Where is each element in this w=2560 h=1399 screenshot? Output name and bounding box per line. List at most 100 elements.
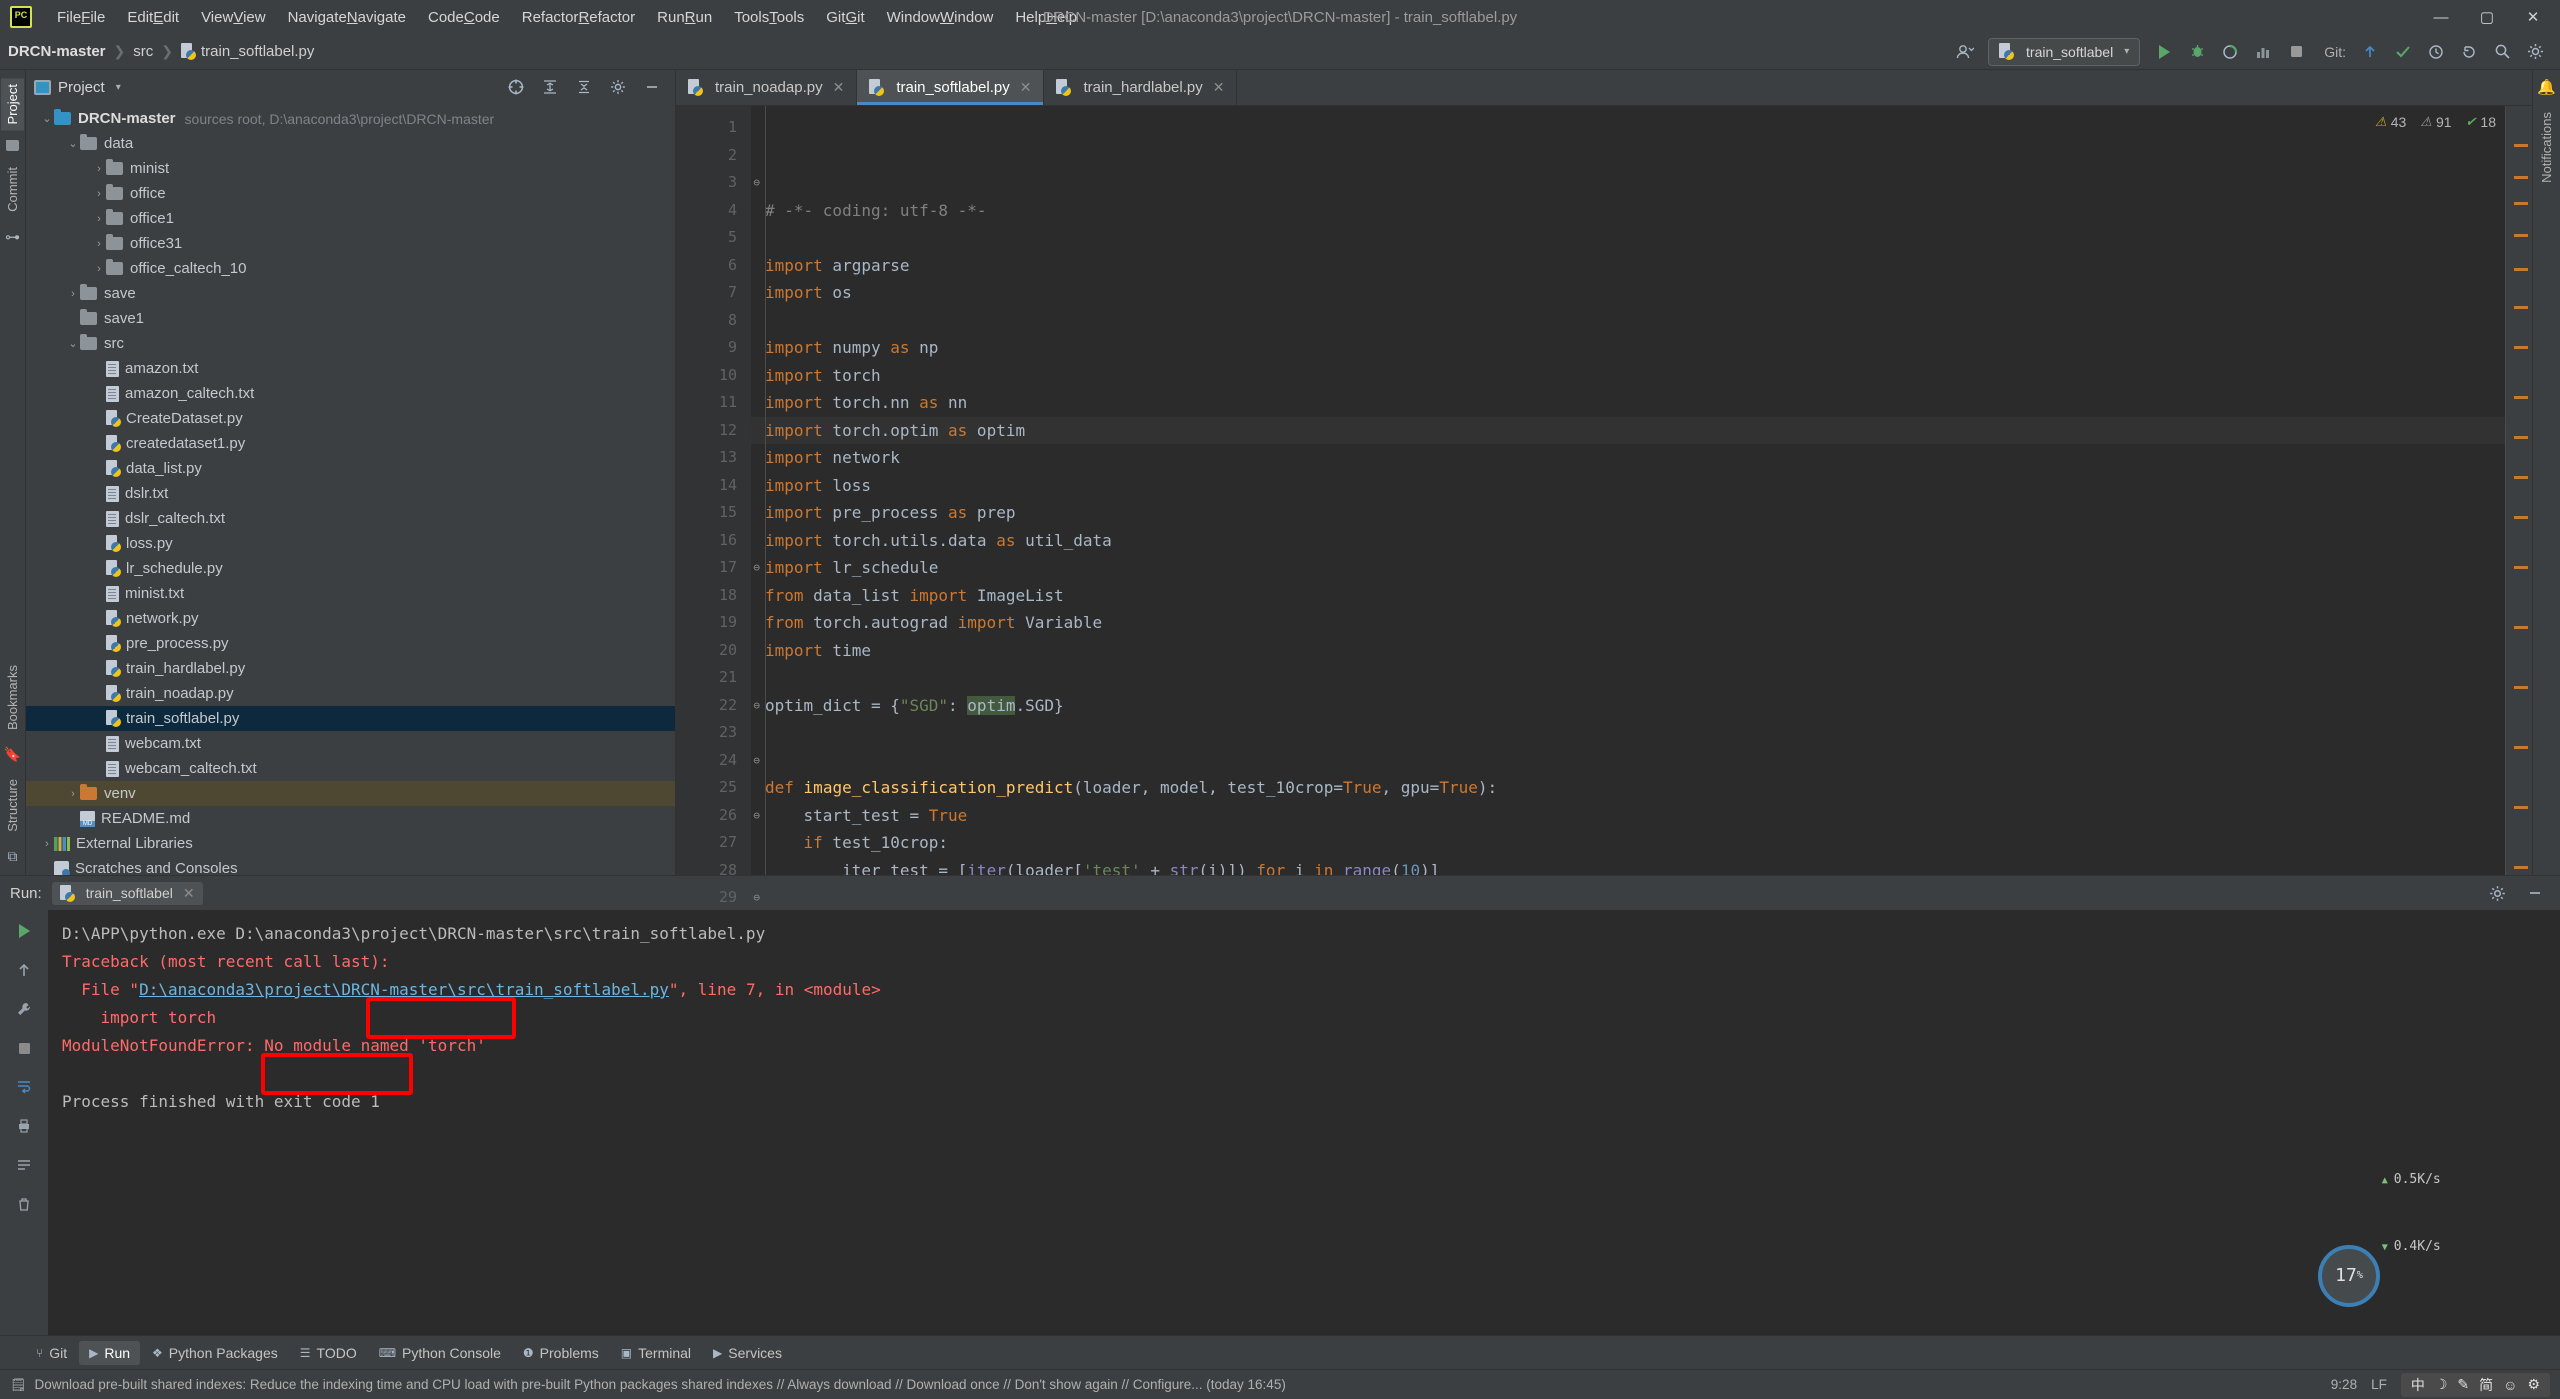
stop-button[interactable] [2281,37,2311,67]
code-line[interactable]: from data_list import ImageList [765,582,2506,610]
ime-settings-icon[interactable]: ⚙ [2527,1376,2540,1393]
debug-button[interactable] [2182,37,2212,67]
close-icon[interactable]: ✕ [183,885,195,902]
code-line[interactable]: import loss [765,472,2506,500]
menu-item-file[interactable]: FileFile [46,5,116,30]
profile-button[interactable] [2248,37,2278,67]
tree-item-venv[interactable]: ›venv [26,781,675,806]
tree-item-src[interactable]: ⌄src [26,331,675,356]
code-line[interactable] [765,307,2506,335]
ime-pen-icon[interactable]: ✎ [2457,1376,2469,1393]
sidebar-tab-commit[interactable]: Commit [1,161,24,218]
chevron-right-icon[interactable]: › [66,288,80,300]
tool-window-python-console[interactable]: ⌨Python Console [369,1341,511,1365]
settings-gear-icon[interactable] [2520,37,2550,67]
tree-item-scratches-and-consoles[interactable]: Scratches and Consoles [26,856,675,875]
sidebar-tab-notifications[interactable]: Notifications [2535,106,2558,189]
close-icon[interactable]: ✕ [833,79,845,96]
chevron-right-icon[interactable]: › [40,838,54,850]
chevron-down-icon[interactable]: ▾ [116,82,121,93]
select-opened-file-icon[interactable] [501,72,531,102]
tree-item-minist-txt[interactable]: minist.txt [26,581,675,606]
menu-item-view[interactable]: ViewView [190,5,277,30]
menu-item-window[interactable]: WindowWindow [876,5,1005,30]
code-line[interactable]: import torch.optim as optim [751,417,2506,445]
print-icon[interactable] [11,1113,37,1139]
breadcrumb-file[interactable]: train_softlabel.py [201,43,314,60]
expand-all-icon[interactable] [535,72,565,102]
collapse-all-icon[interactable] [569,72,599,102]
git-update-icon[interactable] [2355,37,2385,67]
tool-window-todo[interactable]: ☰TODO [290,1341,367,1365]
run-button[interactable] [2149,37,2179,67]
code-line[interactable]: import time [765,637,2506,665]
code-line[interactable]: from torch.autograd import Variable [765,609,2506,637]
ime-indicator[interactable]: 中 ☽ ✎ 简 ☺ ⚙ [2401,1373,2550,1397]
wrap-text-icon[interactable] [11,1074,37,1100]
tool-window-run[interactable]: ▶Run [79,1341,140,1365]
tree-item-amazon-caltech-txt[interactable]: amazon_caltech.txt [26,381,675,406]
code-line[interactable]: import lr_schedule [765,554,2506,582]
tree-item-createdataset1-py[interactable]: createdataset1.py [26,431,675,456]
tree-item-lr-schedule-py[interactable]: lr_schedule.py [26,556,675,581]
chevron-right-icon[interactable]: › [66,788,80,800]
run-panel-hide-icon[interactable] [2520,878,2550,908]
search-everywhere-icon[interactable] [2487,37,2517,67]
tool-window-terminal[interactable]: ▣Terminal [611,1341,701,1365]
tree-item-drcn-master[interactable]: ⌄DRCN-mastersources root, D:\anaconda3\p… [26,106,675,131]
menu-item-edit[interactable]: EditEdit [116,5,190,30]
menu-item-code[interactable]: CodeCode [417,5,511,30]
run-panel-settings-gear-icon[interactable] [2482,878,2512,908]
sidebar-tab-project[interactable]: Project [1,78,24,130]
hide-panel-icon[interactable] [637,72,667,102]
tree-item-office31[interactable]: ›office31 [26,231,675,256]
clear-all-trash-icon[interactable] [11,1191,37,1217]
tool-window-services[interactable]: ▶Services [703,1341,792,1365]
tree-item-train-hardlabel-py[interactable]: train_hardlabel.py [26,656,675,681]
menu-item-navigate[interactable]: NavigateNavigate [277,5,417,30]
project-settings-gear-icon[interactable] [603,72,633,102]
stop-button[interactable] [11,1035,37,1061]
tree-item-pre-process-py[interactable]: pre_process.py [26,631,675,656]
ime-moon-icon[interactable]: ☽ [2435,1376,2448,1393]
cpu-memory-gauge[interactable]: 17% [2318,1245,2380,1307]
code-line[interactable]: import torch [765,362,2506,390]
run-configuration-selector[interactable]: train_softlabel ▾ [1988,38,2140,66]
caret-position[interactable]: 9:28 [2331,1377,2357,1392]
tool-window-git[interactable]: ⑂Git [26,1341,77,1365]
code-line[interactable]: # -*- coding: utf-8 -*- [765,197,2506,225]
close-icon[interactable]: ✕ [1213,79,1225,96]
editor-tab-train_softlabel[interactable]: train_softlabel.py✕ [857,70,1044,105]
sidebar-tab-bookmarks[interactable]: Bookmarks [1,659,24,736]
settings-wrench-icon[interactable] [11,996,37,1022]
tree-item-minist[interactable]: ›minist [26,156,675,181]
breadcrumb-folder[interactable]: src [133,43,153,60]
chevron-right-icon[interactable]: › [92,213,106,225]
breadcrumb-project[interactable]: DRCN-master [8,43,106,60]
maximize-button[interactable]: ▢ [2464,1,2510,33]
tree-item-office[interactable]: ›office [26,181,675,206]
tree-item-webcam-caltech-txt[interactable]: webcam_caltech.txt [26,756,675,781]
run-tab-train-softlabel[interactable]: train_softlabel ✕ [52,882,203,905]
tree-item-office1[interactable]: ›office1 [26,206,675,231]
menu-item-refactor[interactable]: RefactorRefactor [511,5,646,30]
code-content[interactable]: # -*- coding: utf-8 -*- import argparsei… [751,106,2506,875]
tree-item-external-libraries[interactable]: ›External Libraries [26,831,675,856]
close-button[interactable]: ✕ [2510,1,2556,33]
tree-item-dslr-txt[interactable]: dslr.txt [26,481,675,506]
status-message[interactable]: Download pre-built shared indexes: Reduc… [35,1377,1286,1392]
ime-emoji-icon[interactable]: ☺ [2503,1377,2517,1393]
code-line[interactable]: def image_classification_predict(loader,… [765,774,2506,802]
project-tree[interactable]: ⌄DRCN-mastersources root, D:\anaconda3\p… [26,104,675,875]
tool-window-problems[interactable]: ❶Problems [513,1341,609,1365]
code-line[interactable]: start_test = True [765,802,2506,830]
scroll-up-stack-icon[interactable] [11,957,37,983]
menu-item-run[interactable]: RunRun [646,5,723,30]
code-line[interactable] [765,664,2506,692]
code-fold-icon[interactable]: ⊖ [750,893,760,903]
code-line[interactable]: import torch.utils.data as util_data [765,527,2506,555]
tree-item-loss-py[interactable]: loss.py [26,531,675,556]
tree-item-createdataset-py[interactable]: CreateDataset.py [26,406,675,431]
close-icon[interactable]: ✕ [1020,79,1032,96]
tree-item-save[interactable]: ›save [26,281,675,306]
